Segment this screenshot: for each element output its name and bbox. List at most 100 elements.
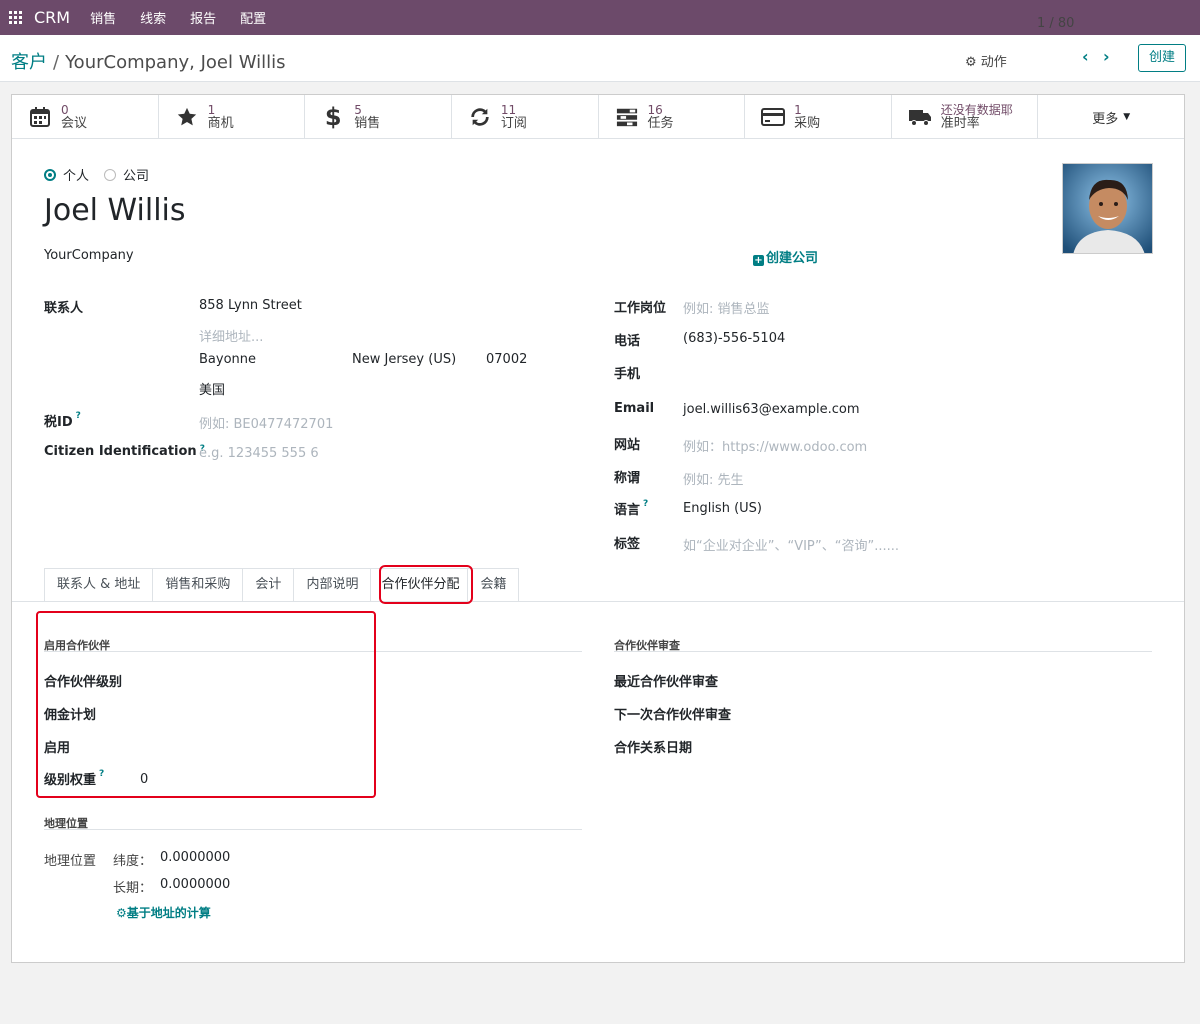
subscriptions-button[interactable]: 11 订阅: [452, 95, 599, 139]
job-position-field[interactable]: 例如: 销售总监: [683, 298, 770, 317]
avatar[interactable]: [1062, 163, 1153, 254]
credit-card-icon: [761, 105, 786, 129]
calendar-icon: [28, 105, 52, 129]
email-field[interactable]: joel.willis63@example.com: [683, 402, 860, 417]
tab-accounting[interactable]: 会计: [242, 568, 295, 601]
tags-field[interactable]: 如“企业对企业”、“VIP”、“咨询”......: [683, 535, 899, 554]
smart-buttons-row: 0 会议 1 商机 $ 5 销售 11 订阅 16 任务 1 采购 还没有数据耶…: [12, 95, 1184, 139]
star-icon: [175, 105, 199, 129]
opportunities-button[interactable]: 1 商机: [159, 95, 306, 139]
refresh-icon: [468, 105, 492, 129]
partnership-date-label: 合作关系日期: [614, 741, 693, 756]
citizen-id-field[interactable]: e.g. 123455 555 6: [199, 446, 319, 461]
website-field[interactable]: 例如：https://www.odoo.com: [683, 436, 867, 455]
tab-internal-notes[interactable]: 内部说明: [293, 568, 372, 601]
dollar-icon: $: [324, 103, 342, 131]
job-position-label: 工作岗位: [614, 301, 667, 316]
mobile-label: 手机: [614, 367, 641, 382]
highlight-box-tab: [379, 565, 473, 604]
zip-field[interactable]: 07002: [486, 352, 527, 367]
purchases-button[interactable]: 1 采购: [745, 95, 892, 139]
sales-button[interactable]: $ 5 销售: [305, 95, 452, 139]
next-review-label: 下一次合作伙伴审查: [614, 708, 732, 723]
action-button[interactable]: ⚙ 动作: [965, 51, 1007, 70]
opportunities-count: 1: [207, 103, 216, 117]
chevron-right-icon[interactable]: ›: [1103, 47, 1110, 66]
phone-field[interactable]: (683)-556-5104: [683, 331, 785, 346]
meetings-count: 0: [61, 103, 69, 117]
tab-contacts-addresses[interactable]: 联系人 & 地址: [44, 568, 154, 601]
create-company-button[interactable]: + 创建公司: [753, 247, 818, 266]
sales-label: 销售: [354, 116, 381, 131]
nav-item-config[interactable]: 配置: [240, 8, 266, 27]
latitude-field[interactable]: 0.0000000: [160, 850, 230, 865]
partner-name-field[interactable]: Joel Willis: [44, 193, 186, 228]
tasks-button[interactable]: 16 任务: [599, 95, 746, 139]
citizen-id-label: Citizen Identification?: [44, 444, 205, 459]
breadcrumb-separator: /: [53, 52, 60, 73]
gear-icon: ⚙: [116, 906, 127, 920]
on-time-rate-label: 准时率: [940, 116, 980, 131]
parent-company-field[interactable]: YourCompany: [44, 248, 134, 263]
company-type-radio-group: 个人 公司: [44, 165, 164, 184]
sales-count: 5: [354, 103, 362, 117]
tab-sales-purchase[interactable]: 销售和采购: [152, 568, 244, 601]
more-label: 更多: [1092, 111, 1119, 127]
tax-id-field[interactable]: 例如: BE0477472701: [199, 413, 333, 432]
purchases-label: 采购: [794, 116, 821, 131]
apps-menu-icon[interactable]: [2, 0, 28, 35]
meetings-button[interactable]: 0 会议: [12, 95, 159, 139]
radio-company[interactable]: [104, 168, 117, 181]
radio-person[interactable]: [44, 168, 56, 181]
tax-id-label-text: 税ID: [44, 415, 73, 430]
control-panel: 客户 / YourCompany, Joel Willis ⚙ 动作: [0, 35, 1200, 82]
street-field[interactable]: 858 Lynn Street: [199, 298, 302, 313]
create-company-label: 创建公司: [766, 251, 819, 266]
country-field[interactable]: 美国: [199, 379, 225, 398]
phone-label: 电话: [614, 334, 641, 349]
highlight-box-partner-activation: [36, 611, 376, 798]
app-brand[interactable]: CRM: [34, 8, 70, 27]
purchases-count: 1: [794, 103, 802, 117]
truck-icon: [908, 105, 932, 129]
form-sheet: 0 会议 1 商机 $ 5 销售 11 订阅 16 任务 1 采购 还没有数据耶…: [11, 94, 1185, 963]
longitude-field[interactable]: 0.0000000: [160, 877, 230, 892]
tasks-label: 任务: [647, 116, 674, 131]
subscriptions-count: 11: [500, 103, 517, 117]
nav-item-reports[interactable]: 报告: [190, 8, 216, 27]
tasks-icon: [615, 105, 639, 129]
help-icon[interactable]: ?: [643, 499, 648, 509]
nav-item-sales[interactable]: 销售: [90, 8, 116, 27]
top-navbar: CRM 销售 线索 报告 配置: [0, 0, 1200, 35]
on-time-rate-value: 还没有数据耶: [940, 103, 1013, 117]
nav-item-leads[interactable]: 线索: [140, 8, 166, 27]
city-field[interactable]: Bayonne: [199, 352, 256, 367]
create-button[interactable]: 创建: [1138, 44, 1186, 72]
breadcrumb: 客户 / YourCompany, Joel Willis: [11, 48, 285, 74]
tasks-count: 16: [647, 103, 663, 117]
title-field[interactable]: 例如: 先生: [683, 469, 744, 488]
compute-from-address-label: 基于地址的计算: [126, 906, 211, 920]
citizen-id-label-text: Citizen Identification: [44, 444, 197, 459]
compute-from-address-button[interactable]: ⚙基于地址的计算: [116, 904, 211, 921]
tab-membership[interactable]: 会籍: [467, 568, 520, 601]
website-label: 网站: [614, 438, 641, 453]
state-field[interactable]: New Jersey (US): [352, 352, 456, 367]
street2-field[interactable]: 详细地址...: [199, 326, 263, 345]
language-field[interactable]: English (US): [683, 501, 762, 516]
more-button[interactable]: 更多 ▼: [1038, 95, 1184, 139]
radio-company-label: 公司: [123, 169, 150, 184]
breadcrumb-customers-link[interactable]: 客户: [11, 52, 47, 73]
contact-label: 联系人: [44, 301, 84, 316]
chevron-left-icon[interactable]: ‹: [1082, 47, 1089, 66]
tax-id-label: 税ID?: [44, 411, 81, 430]
on-time-rate-button[interactable]: 还没有数据耶 准时率: [892, 95, 1039, 139]
geolocation-label: 地理位置: [44, 854, 97, 869]
title-label: 称谓: [614, 471, 641, 486]
caret-down-icon: ▼: [1123, 112, 1131, 122]
subscriptions-label: 订阅: [500, 116, 527, 131]
longitude-label: 长期：: [113, 881, 153, 896]
help-icon[interactable]: ?: [76, 411, 81, 421]
language-label-text: 语言: [614, 503, 641, 518]
email-label: Email: [614, 401, 655, 416]
